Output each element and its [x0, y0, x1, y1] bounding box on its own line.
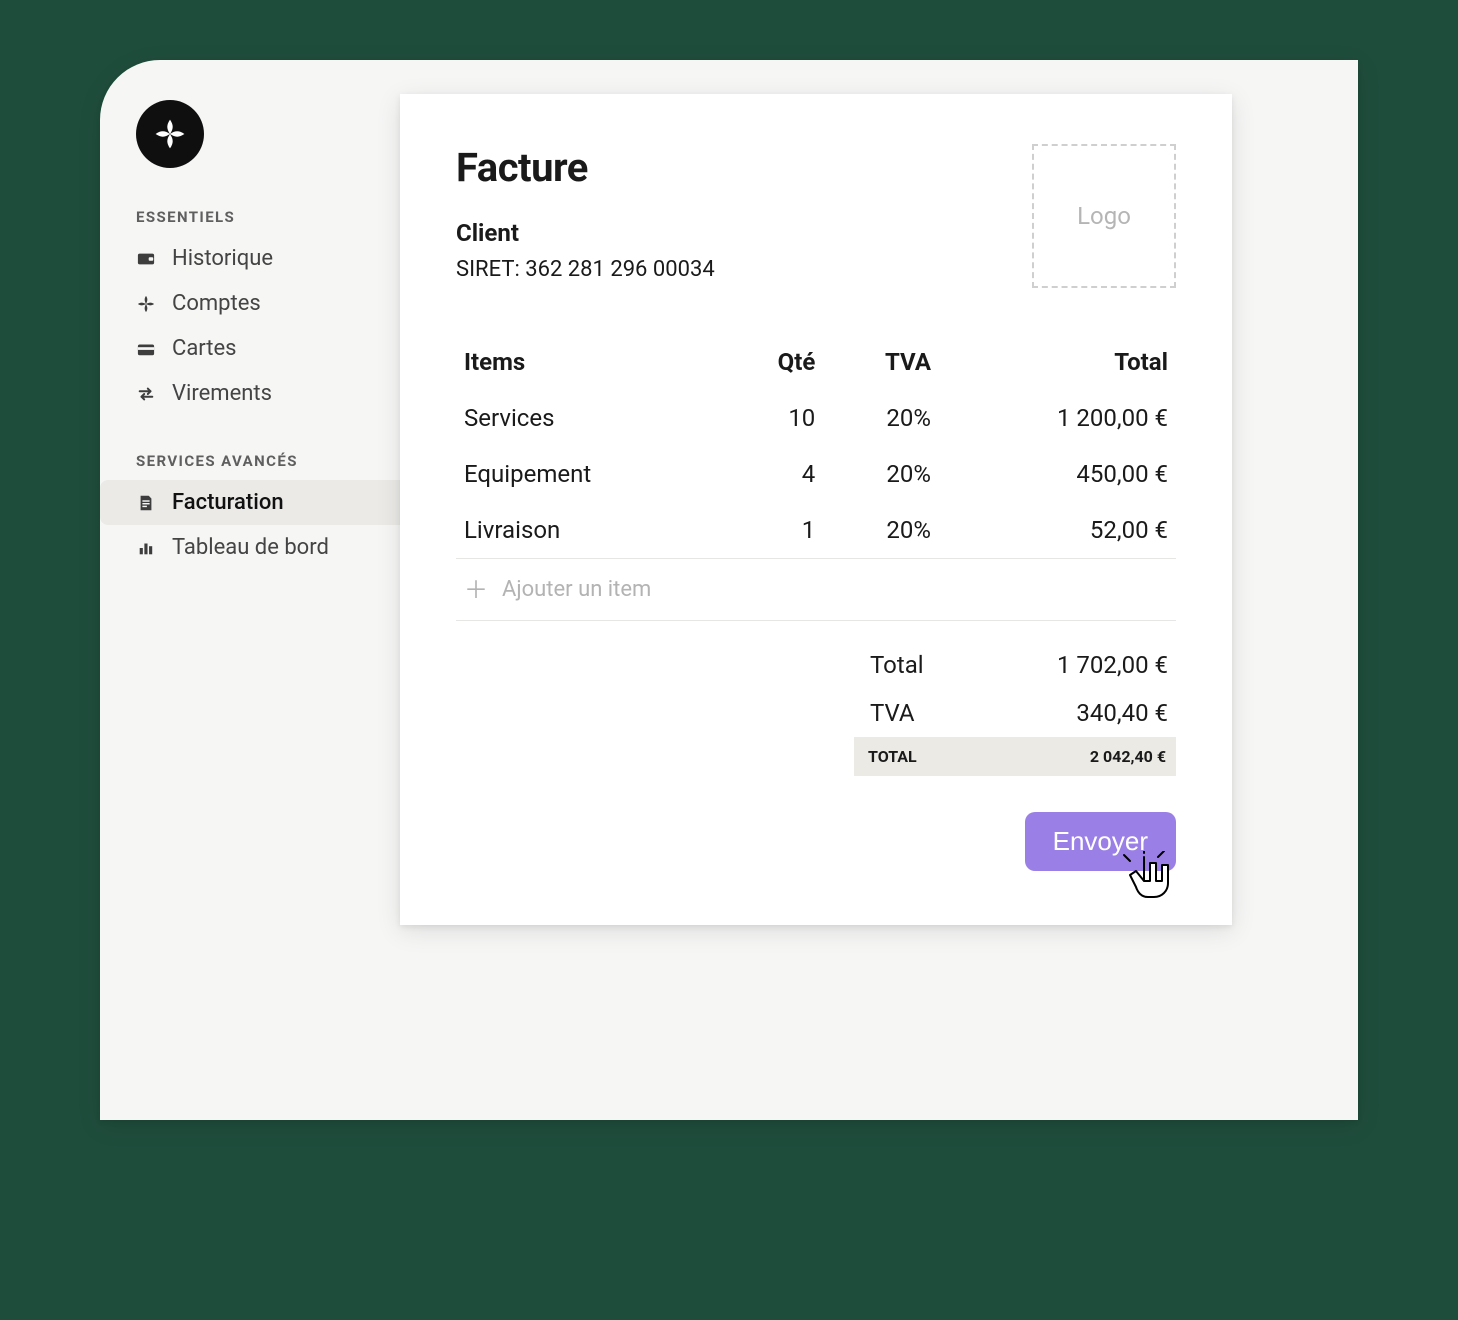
line-name: Equipement [456, 446, 723, 502]
col-qty: Qté [723, 334, 823, 390]
logo-upload-box[interactable]: Logo [1032, 144, 1176, 288]
plus-icon: ＋ [464, 578, 488, 602]
transfer-icon [136, 384, 156, 404]
sidebar-item-label: Facturation [172, 490, 284, 515]
sidebar-item-cartes[interactable]: Cartes [100, 326, 400, 371]
sidebar-item-label: Comptes [172, 291, 261, 316]
sidebar-section-essentiels: ESSENTIELS Historique Comptes Cartes [100, 208, 400, 416]
invoice-title: Facture [456, 144, 715, 191]
add-item-label: Ajouter un item [502, 577, 651, 602]
table-row: Equipement 4 20% 450,00 € [456, 446, 1176, 502]
col-total: Total [939, 334, 1176, 390]
grand-total-label: TOTAL [868, 747, 958, 766]
sidebar-section-title: SERVICES AVANCÉS [100, 452, 400, 480]
col-vat: TVA [823, 334, 939, 390]
table-row: Livraison 1 20% 52,00 € [456, 502, 1176, 558]
grand-total-value: 2 042,40 € [986, 747, 1166, 766]
sidebar-item-dashboard[interactable]: Tableau de bord [100, 525, 400, 570]
line-total: 1 200,00 € [939, 390, 1176, 446]
accounts-icon [136, 294, 156, 314]
send-button[interactable]: Envoyer [1025, 812, 1176, 871]
card-icon [136, 339, 156, 359]
sidebar-item-historique[interactable]: Historique [100, 236, 400, 281]
line-total: 450,00 € [939, 446, 1176, 502]
sidebar: ESSENTIELS Historique Comptes Cartes [100, 60, 400, 1120]
line-vat: 20% [823, 502, 939, 558]
client-label: Client [456, 219, 715, 247]
subtotal-label: Total [870, 651, 960, 679]
line-vat: 20% [823, 446, 939, 502]
line-name: Livraison [456, 502, 723, 558]
sidebar-item-facturation[interactable]: Facturation [100, 480, 400, 525]
subtotal-value: 1 702,00 € [988, 651, 1168, 679]
sidebar-item-label: Historique [172, 246, 273, 271]
col-items: Items [456, 334, 723, 390]
add-item-button[interactable]: ＋ Ajouter un item [456, 558, 1176, 621]
wallet-icon [136, 249, 156, 269]
sidebar-item-label: Tableau de bord [172, 535, 329, 560]
sidebar-item-label: Cartes [172, 336, 237, 361]
invoice-lines-table: Items Qté TVA Total Services 10 20% 1 20… [456, 334, 1176, 558]
sidebar-section-services: SERVICES AVANCÉS Facturation Tableau de … [100, 452, 400, 570]
invoice-card: Facture Client SIRET: 362 281 296 00034 … [400, 94, 1232, 925]
invoice-icon [136, 493, 156, 513]
app-logo-icon [136, 100, 204, 168]
line-qty: 4 [723, 446, 823, 502]
table-row: Services 10 20% 1 200,00 € [456, 390, 1176, 446]
line-name: Services [456, 390, 723, 446]
sidebar-item-comptes[interactable]: Comptes [100, 281, 400, 326]
sidebar-item-label: Virements [172, 381, 272, 406]
siret-value: SIRET: 362 281 296 00034 [456, 257, 715, 282]
grand-total-row: TOTAL 2 042,40 € [854, 737, 1176, 776]
line-vat: 20% [823, 390, 939, 446]
line-total: 52,00 € [939, 502, 1176, 558]
vat-value: 340,40 € [988, 699, 1168, 727]
sidebar-section-title: ESSENTIELS [100, 208, 400, 236]
sidebar-item-virements[interactable]: Virements [100, 371, 400, 416]
logo-placeholder-text: Logo [1077, 202, 1131, 230]
invoice-totals: Total 1 702,00 € TVA 340,40 € TOTAL 2 04… [456, 641, 1176, 776]
dashboard-icon [136, 538, 156, 558]
line-qty: 10 [723, 390, 823, 446]
line-qty: 1 [723, 502, 823, 558]
vat-label: TVA [870, 699, 960, 727]
